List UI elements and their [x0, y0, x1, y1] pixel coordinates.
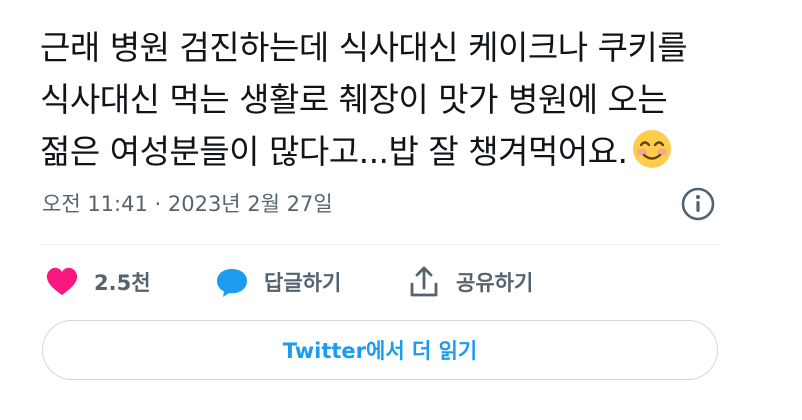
reply-button[interactable]: 답글하기 — [214, 262, 341, 302]
share-label: 공유하기 — [456, 271, 534, 295]
tweet-timestamp[interactable]: 오전 11:41 · 2023년 2월 27일 — [42, 188, 722, 220]
read-more-on-twitter-button[interactable]: Twitter에서 더 읽기 — [42, 320, 718, 380]
divider — [40, 244, 722, 245]
tweet-text: 근래 병원 검진하는데 식사대신 케이크나 쿠키를 식사대신 먹는 생활로 췌장… — [40, 22, 780, 178]
heart-icon — [46, 267, 78, 295]
tweet-card: 근래 병원 검진하는데 식사대신 케이크나 쿠키를 식사대신 먹는 생활로 췌장… — [0, 0, 802, 420]
read-more-label: Twitter에서 더 읽기 — [282, 339, 478, 363]
tweet-text-line-3: 젊은 여성분들이 많다고...밥 잘 챙겨먹어요. — [40, 126, 780, 178]
reply-label: 답글하기 — [264, 271, 342, 295]
tweet-text-line-1: 근래 병원 검진하는데 식사대신 케이크나 쿠키를 — [40, 28, 688, 67]
tweet-actions: 2.5천 답글하기 공유하기 — [44, 262, 724, 302]
share-button[interactable]: 공유하기 — [406, 262, 533, 302]
tweet-text-line-3-text: 젊은 여성분들이 많다고...밥 잘 챙겨먹어요. — [40, 132, 628, 171]
smiling-face-emoji-icon — [632, 130, 671, 168]
like-count: 2.5천 — [94, 271, 151, 295]
speech-bubble-icon — [217, 269, 247, 297]
share-upload-icon — [410, 266, 438, 297]
info-icon[interactable] — [679, 185, 717, 223]
like-button[interactable]: 2.5천 — [44, 262, 151, 302]
tweet-text-line-2: 식사대신 먹는 생활로 췌장이 맛가 병원에 오는 — [40, 80, 668, 119]
